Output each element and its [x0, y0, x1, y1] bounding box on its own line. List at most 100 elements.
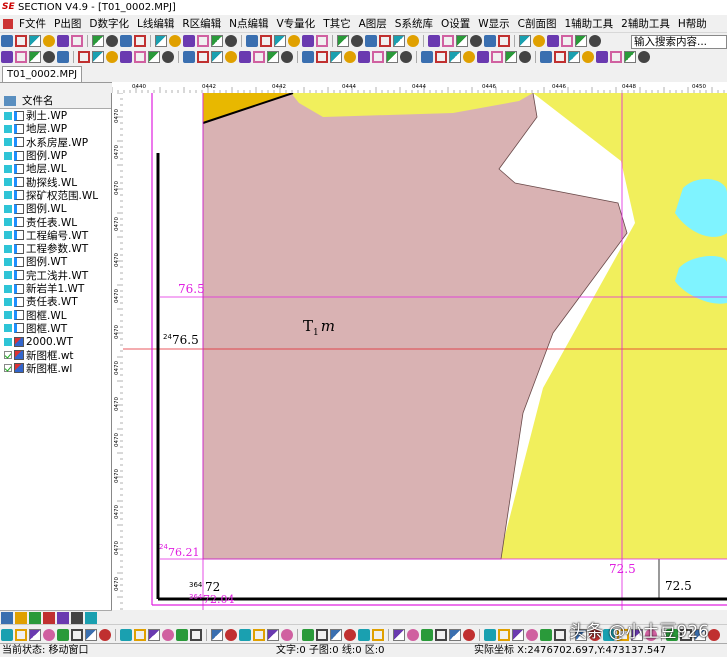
layer-item[interactable]: 探矿权范围.WL	[0, 189, 111, 202]
edit-tool-icon-42[interactable]	[624, 51, 636, 63]
checkbox-icon[interactable]	[4, 271, 12, 280]
checkbox-checked-icon[interactable]	[4, 350, 12, 359]
edit-tool-icon-40[interactable]	[596, 51, 608, 63]
edit-tool-icon-18[interactable]	[267, 51, 279, 63]
bottom-tool-icon-27[interactable]	[407, 628, 419, 641]
edit-tool-icon-22[interactable]	[330, 51, 342, 63]
standard-tool-icon-26[interactable]	[393, 35, 405, 47]
bottom-tool-icon-8[interactable]	[120, 628, 132, 641]
menu-item-0[interactable]: F文件	[15, 16, 50, 31]
menu-item-11[interactable]: W显示	[474, 16, 513, 31]
standard-tool-icon-32[interactable]	[484, 35, 496, 47]
standard-tool-icon-39[interactable]	[589, 35, 601, 47]
standard-tool-icon-0[interactable]	[1, 35, 13, 47]
standard-tool-icon-9[interactable]	[134, 35, 146, 47]
checkbox-icon[interactable]	[4, 244, 12, 253]
standard-tool-icon-34[interactable]	[519, 35, 531, 47]
menu-item-13[interactable]: 1辅助工具	[560, 16, 617, 31]
edit-tool-icon-37[interactable]	[554, 51, 566, 63]
bottom-tool-icon-26[interactable]	[393, 628, 405, 641]
edit-tool-icon-35[interactable]	[519, 51, 531, 63]
panel-tab-icon-4[interactable]	[57, 612, 69, 624]
bottom-tool-icon-29[interactable]	[435, 628, 447, 641]
edit-tool-icon-10[interactable]	[148, 51, 160, 63]
checkbox-icon[interactable]	[4, 178, 12, 187]
standard-tool-icon-5[interactable]	[71, 35, 83, 47]
standard-tool-icon-36[interactable]	[547, 35, 559, 47]
standard-tool-icon-7[interactable]	[106, 35, 118, 47]
layer-item[interactable]: 图框.WL	[0, 308, 111, 322]
edit-tool-icon-32[interactable]	[477, 51, 489, 63]
bottom-tool-icon-2[interactable]	[29, 628, 41, 641]
checkbox-icon[interactable]	[4, 191, 12, 200]
bottom-tool-icon-1[interactable]	[15, 628, 27, 641]
edit-tool-icon-27[interactable]	[400, 51, 412, 63]
layer-item[interactable]: 责任表.WT	[0, 295, 111, 308]
panel-tab-icon-3[interactable]	[43, 612, 55, 624]
bottom-tool-icon-23[interactable]	[344, 628, 356, 641]
standard-tool-icon-22[interactable]	[337, 35, 349, 47]
layer-item[interactable]: 图例.WL	[0, 202, 111, 215]
layer-item[interactable]: 2000.WT	[0, 335, 111, 348]
checkbox-icon[interactable]	[4, 324, 12, 333]
menu-item-15[interactable]: H帮助	[674, 16, 711, 31]
standard-tool-icon-29[interactable]	[442, 35, 454, 47]
edit-tool-icon-30[interactable]	[449, 51, 461, 63]
bottom-tool-icon-20[interactable]	[302, 628, 314, 641]
bottom-tool-icon-24[interactable]	[358, 628, 370, 641]
edit-tool-icon-26[interactable]	[386, 51, 398, 63]
map-canvas[interactable]: T1 m 76.5 24 76.5 24 76.21 364 72 364 72.…	[123, 93, 727, 610]
bottom-tool-icon-19[interactable]	[281, 628, 293, 641]
standard-tool-icon-27[interactable]	[407, 35, 419, 47]
standard-tool-icon-13[interactable]	[197, 35, 209, 47]
standard-tool-icon-18[interactable]	[274, 35, 286, 47]
edit-tool-icon-20[interactable]	[302, 51, 314, 63]
map-drawing[interactable]: T1 m 76.5 24 76.5 24 76.21 364 72 364 72.…	[123, 93, 727, 610]
bottom-tool-icon-33[interactable]	[498, 628, 510, 641]
bottom-tool-icon-7[interactable]	[99, 628, 111, 641]
layer-item[interactable]: 图例.WT	[0, 255, 111, 268]
bottom-tool-icon-14[interactable]	[211, 628, 223, 641]
bottom-tool-icon-21[interactable]	[316, 628, 328, 641]
layer-item[interactable]: 工程参数.WT	[0, 242, 111, 255]
standard-tool-icon-30[interactable]	[456, 35, 468, 47]
standard-tool-icon-20[interactable]	[302, 35, 314, 47]
system-menu-icon[interactable]	[3, 18, 13, 29]
edit-tool-icon-15[interactable]	[225, 51, 237, 63]
edit-tool-icon-13[interactable]	[197, 51, 209, 63]
bottom-tool-icon-25[interactable]	[372, 628, 384, 641]
layer-item[interactable]: 责任表.WL	[0, 215, 111, 229]
checkbox-icon[interactable]	[4, 337, 12, 346]
standard-tool-icon-21[interactable]	[316, 35, 328, 47]
standard-tool-icon-10[interactable]	[155, 35, 167, 47]
bottom-tool-icon-35[interactable]	[526, 628, 538, 641]
search-input[interactable]: 输入搜索内容...	[631, 35, 727, 49]
edit-tool-icon-14[interactable]	[211, 51, 223, 63]
edit-tool-icon-24[interactable]	[358, 51, 370, 63]
bottom-tool-icon-30[interactable]	[449, 628, 461, 641]
layer-item[interactable]: 地层.WL	[0, 162, 111, 175]
bottom-tool-icon-13[interactable]	[190, 628, 202, 641]
bottom-tool-icon-6[interactable]	[85, 628, 97, 641]
edit-tool-icon-29[interactable]	[435, 51, 447, 63]
standard-tool-icon-12[interactable]	[183, 35, 195, 47]
checkbox-icon[interactable]	[4, 111, 12, 120]
layer-item[interactable]: 地层.WP	[0, 122, 111, 135]
standard-tool-icon-11[interactable]	[169, 35, 181, 47]
bottom-tool-icon-15[interactable]	[225, 628, 237, 641]
panel-tab-icon-2[interactable]	[29, 612, 41, 624]
layer-item[interactable]: 完工浅井.WT	[0, 269, 111, 282]
checkbox-icon[interactable]	[4, 257, 12, 266]
standard-tool-icon-25[interactable]	[379, 35, 391, 47]
standard-tool-icon-17[interactable]	[260, 35, 272, 47]
edit-tool-icon-0[interactable]	[1, 51, 13, 63]
standard-tool-icon-24[interactable]	[365, 35, 377, 47]
standard-tool-icon-28[interactable]	[428, 35, 440, 47]
checkbox-icon[interactable]	[4, 164, 12, 173]
standard-tool-icon-1[interactable]	[15, 35, 27, 47]
edit-tool-icon-9[interactable]	[134, 51, 146, 63]
standard-tool-icon-33[interactable]	[498, 35, 510, 47]
standard-tool-icon-15[interactable]	[225, 35, 237, 47]
checkbox-icon[interactable]	[4, 151, 12, 160]
bottom-tool-icon-34[interactable]	[512, 628, 524, 641]
